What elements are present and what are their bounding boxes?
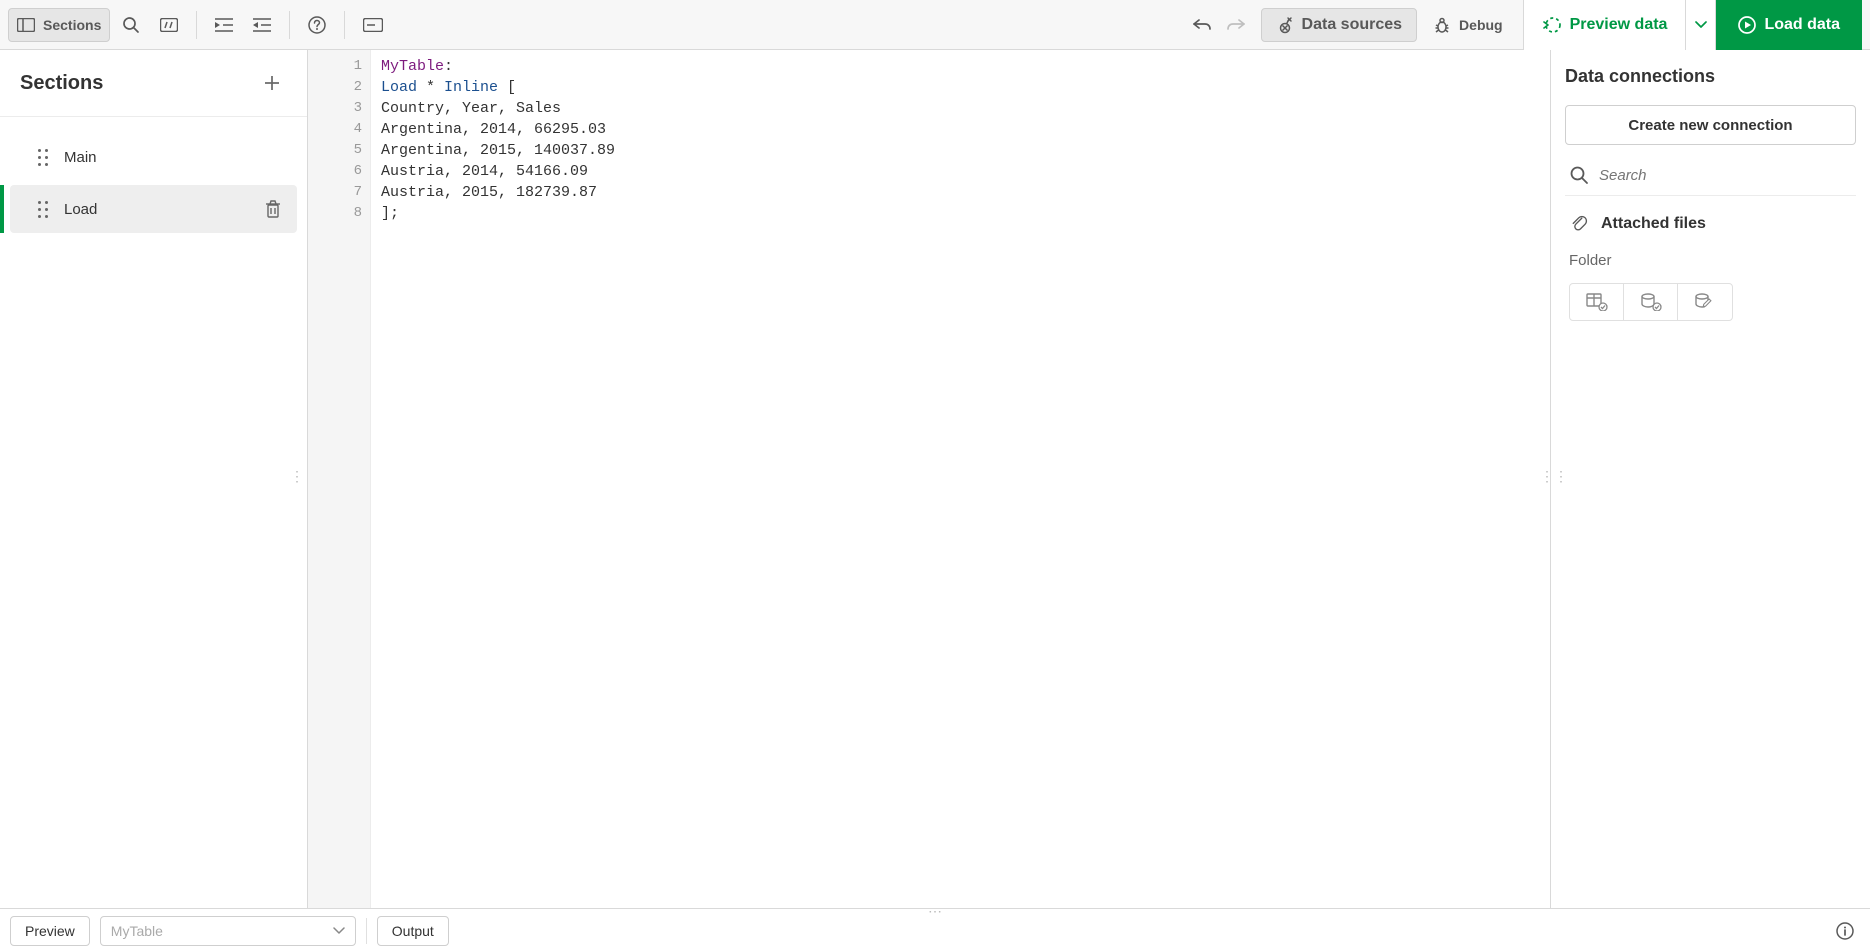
debug-label: Debug [1459, 17, 1503, 33]
insert-button[interactable] [355, 8, 391, 42]
paperclip-icon [1569, 214, 1589, 234]
toolbar-left-group: Sections [8, 8, 391, 42]
indent-button[interactable] [207, 8, 241, 42]
chevron-down-icon [1695, 21, 1707, 29]
line-number-gutter: 12345678 [308, 50, 371, 908]
search-button[interactable] [114, 8, 148, 42]
redo-icon [1227, 18, 1245, 32]
section-item-label: Main [64, 149, 97, 166]
right-panel: Data connections Create new connection A… [1550, 50, 1870, 908]
folder-toolbar [1569, 283, 1733, 321]
attached-files-label: Attached files [1601, 215, 1706, 233]
bottom-bar: ⋯ Preview MyTable Output [0, 908, 1870, 952]
section-item-label: Load [64, 201, 97, 218]
redo-button[interactable] [1219, 8, 1253, 42]
undo-icon [1193, 18, 1211, 32]
database-check-icon [1640, 293, 1662, 311]
debug-button[interactable]: Debug [1425, 8, 1511, 42]
insert-connection-button[interactable] [1624, 284, 1678, 320]
folder-label: Folder [1565, 252, 1856, 269]
toolbar-separator [289, 11, 290, 39]
load-data-label: Load data [1764, 16, 1840, 34]
bottom-splitter[interactable]: ⋯ [928, 903, 942, 920]
section-list: Main Load [0, 116, 307, 237]
data-sources-button[interactable]: Data sources [1261, 8, 1418, 42]
insert-icon [363, 18, 383, 32]
left-splitter[interactable]: ⋮⋮ [300, 464, 308, 488]
search-icon [122, 16, 140, 34]
sidebar: Sections Main Load [0, 50, 308, 908]
output-button[interactable]: Output [377, 916, 449, 946]
preview-icon [1542, 16, 1562, 34]
play-circle-icon [1738, 16, 1756, 34]
section-item-main[interactable]: Main [10, 133, 297, 181]
data-sources-label: Data sources [1302, 16, 1403, 34]
chevron-down-icon [333, 927, 345, 935]
table-check-icon [1586, 293, 1608, 311]
data-sources-icon [1276, 16, 1294, 34]
data-connections-title: Data connections [1565, 66, 1856, 87]
preview-data-dropdown[interactable] [1686, 0, 1716, 50]
comment-icon [160, 18, 178, 32]
help-button[interactable] [300, 8, 334, 42]
undo-button[interactable] [1185, 8, 1219, 42]
preview-data-label: Preview data [1570, 16, 1668, 34]
sections-toggle-label: Sections [43, 17, 101, 33]
bug-icon [1433, 16, 1451, 34]
panel-left-icon [17, 18, 35, 32]
preview-data-button[interactable]: Preview data [1523, 0, 1687, 50]
sections-toggle-button[interactable]: Sections [8, 8, 110, 42]
toolbar-separator [196, 11, 197, 39]
toolbar-separator [344, 11, 345, 39]
delete-section-button[interactable] [265, 200, 281, 218]
code-content[interactable]: MyTable:Load * Inline [Country, Year, Sa… [371, 50, 615, 908]
database-edit-icon [1694, 293, 1716, 311]
select-data-button[interactable] [1570, 284, 1624, 320]
table-selector[interactable]: MyTable [100, 916, 356, 946]
drag-handle-icon[interactable] [38, 201, 48, 218]
outdent-icon [253, 18, 271, 32]
search-icon [1569, 165, 1589, 185]
connection-search-input[interactable] [1599, 167, 1852, 184]
info-icon [1836, 922, 1854, 940]
create-connection-button[interactable]: Create new connection [1565, 105, 1856, 145]
load-data-button[interactable]: Load data [1716, 0, 1862, 50]
info-button[interactable] [1830, 916, 1860, 946]
table-selector-value: MyTable [111, 923, 163, 939]
sidebar-title: Sections [20, 72, 103, 95]
plus-icon [263, 74, 281, 92]
indent-icon [215, 18, 233, 32]
preview-button[interactable]: Preview [10, 916, 90, 946]
main-area: Sections Main Load ⋮⋮ 12345678 MyTable:L… [0, 50, 1870, 908]
outdent-button[interactable] [245, 8, 279, 42]
help-icon [308, 16, 326, 34]
edit-connection-button[interactable] [1678, 284, 1732, 320]
connection-search [1565, 159, 1856, 196]
drag-handle-icon[interactable] [38, 149, 48, 166]
bottom-divider [366, 918, 367, 944]
code-editor[interactable]: 12345678 MyTable:Load * Inline [Country,… [308, 50, 1550, 908]
comment-toggle-button[interactable] [152, 8, 186, 42]
section-item-load[interactable]: Load [10, 185, 297, 233]
add-section-button[interactable] [257, 68, 287, 98]
trash-icon [265, 200, 281, 218]
attached-files-row: Attached files [1565, 210, 1856, 238]
sidebar-header: Sections [0, 50, 307, 116]
toolbar: Sections Data sources [0, 0, 1870, 50]
